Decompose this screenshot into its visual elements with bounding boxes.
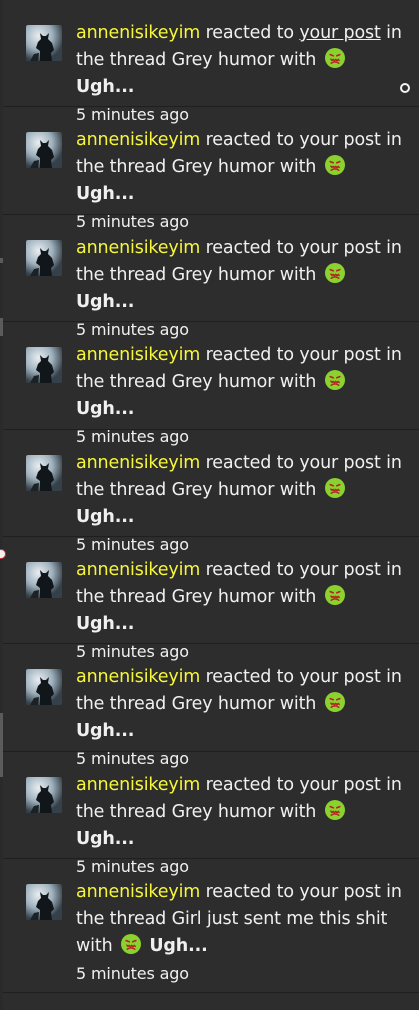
notification-text: annenisikeyim reacted to your post in th… [76,342,409,423]
notification-text: annenisikeyim reacted to your post in th… [76,664,409,745]
action-text: reacted to [205,774,294,795]
post-link[interactable]: your post [299,130,381,150]
thread-link[interactable]: Grey humor [172,694,275,714]
thread-link[interactable]: Grey humor [172,157,275,177]
username-link[interactable]: annenisikeyim [76,453,200,473]
username-link[interactable]: annenisikeyim [76,23,200,43]
username-link[interactable]: annenisikeyim [76,130,200,150]
with-text: with [279,372,317,393]
notification-text: annenisikeyim reacted to your post in th… [76,879,409,960]
notification-item[interactable]: annenisikeyim reacted to your post in th… [3,215,419,339]
reaction-label: Ugh... [149,936,208,957]
with-text: with [279,50,317,70]
username-link[interactable]: annenisikeyim [76,882,200,902]
sick-face-icon [324,369,346,391]
username-link[interactable]: annenisikeyim [76,775,200,795]
with-text: with [279,694,317,715]
post-link[interactable]: your post [299,667,381,687]
sick-face-icon [324,477,346,499]
notification-item[interactable]: annenisikeyim reacted to your post in th… [3,322,419,446]
notification-item[interactable]: annenisikeyim reacted to your post in th… [3,537,419,661]
reaction-label: Ugh... [76,399,135,420]
notification-item[interactable]: annenisikeyim reacted to your post in th… [3,859,419,993]
action-text: reacted to [205,23,294,43]
notification-item[interactable]: annenisikeyim reacted to your post in th… [3,752,419,876]
thread-link[interactable]: Grey humor [172,480,275,500]
notification-text: annenisikeyim reacted to your post in th… [76,557,409,638]
thread-link[interactable]: Grey humor [172,587,275,607]
post-link[interactable]: your post [299,560,381,580]
with-text: with [279,801,317,822]
avatar[interactable] [26,884,62,921]
sick-face-icon [324,262,346,284]
avatar[interactable] [26,669,62,706]
reaction-label: Ugh... [76,77,135,97]
post-link[interactable]: your post [299,453,381,473]
timestamp: 5 minutes ago [76,964,189,984]
username-link[interactable]: annenisikeyim [76,560,200,580]
thread-link[interactable]: Grey humor [172,372,275,392]
reaction-label: Ugh... [76,721,135,742]
avatar[interactable] [26,347,62,384]
post-link[interactable]: your post [299,882,381,902]
action-text: reacted to [205,452,294,473]
action-text: reacted to [205,559,294,580]
post-link[interactable]: your post [299,345,381,365]
sick-face-icon [120,933,142,955]
notification-item[interactable]: annenisikeyim reacted to your post in th… [3,430,419,554]
username-link[interactable]: annenisikeyim [76,238,200,258]
post-link[interactable]: your post [299,23,381,43]
reaction-label: Ugh... [76,506,135,527]
reaction-label: Ugh... [76,613,135,634]
notifications-panel: annenisikeyim reacted to your post in th… [0,0,419,1010]
avatar[interactable] [26,239,62,276]
notification-list: annenisikeyim reacted to your post in th… [3,0,419,993]
thread-link[interactable]: Grey humor [172,50,275,70]
username-link[interactable]: annenisikeyim [76,667,200,687]
avatar[interactable] [26,25,62,61]
sick-face-icon [324,691,346,713]
notification-item[interactable]: annenisikeyim reacted to your post in th… [3,0,419,124]
action-text: reacted to [205,130,294,151]
reaction-label: Ugh... [76,828,135,849]
reaction-label: Ugh... [76,291,135,312]
notification-item[interactable]: annenisikeyim reacted to your post in th… [3,107,419,231]
sick-face-icon [324,154,346,176]
avatar[interactable] [26,454,62,491]
with-text: with [279,586,317,607]
post-link[interactable]: your post [299,775,381,795]
action-text: reacted to [205,882,294,903]
with-text: with [279,157,317,178]
with-text: with [279,264,317,285]
thread-link[interactable]: Grey humor [172,802,275,822]
circle-icon[interactable] [400,83,410,93]
with-text: with [76,936,113,957]
notification-text: annenisikeyim reacted to your post in th… [76,20,409,101]
with-text: with [279,479,317,500]
post-link[interactable]: your post [299,238,381,258]
avatar[interactable] [26,561,62,598]
reaction-label: Ugh... [76,184,135,205]
notification-text: annenisikeyim reacted to your post in th… [76,772,409,853]
sick-face-icon [324,47,346,69]
username-link[interactable]: annenisikeyim [76,345,200,365]
notification-text: annenisikeyim reacted to your post in th… [76,235,409,316]
action-text: reacted to [205,667,294,688]
avatar[interactable] [26,776,62,813]
action-text: reacted to [205,345,294,366]
avatar[interactable] [26,132,62,169]
thread-link[interactable]: Grey humor [172,265,275,285]
notification-text: annenisikeyim reacted to your post in th… [76,127,409,208]
notification-item[interactable]: annenisikeyim reacted to your post in th… [3,644,419,768]
action-text: reacted to [205,237,294,258]
sick-face-icon [324,584,346,606]
notification-text: annenisikeyim reacted to your post in th… [76,450,409,531]
thread-link[interactable]: Girl just sent me this shit [172,909,388,929]
sick-face-icon [324,799,346,821]
